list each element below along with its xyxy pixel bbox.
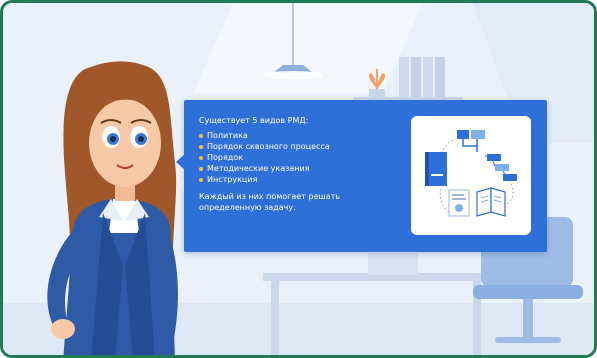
info-card-intro: Существует 5 видов РМД: <box>199 116 309 125</box>
rmd-types-list: Политика Порядок сквозного процесса Поря… <box>199 130 399 185</box>
list-item-label: Инструкция <box>207 175 258 184</box>
documents-illustration <box>411 116 531 235</box>
bullet-dot <box>199 156 203 160</box>
book-icon <box>425 152 447 186</box>
info-card-text: Существует 5 видов РМД: Политика Порядок… <box>199 115 399 213</box>
bullet-dot <box>199 178 203 182</box>
list-item-label: Политика <box>207 131 248 140</box>
list-item: Порядок сквозного процесса <box>199 141 399 152</box>
info-card-pointer <box>176 154 185 170</box>
info-card-outro: Каждый из них помогает решать определенн… <box>199 192 340 212</box>
binders <box>399 57 445 97</box>
bullet-dot <box>199 134 203 138</box>
open-book-icon <box>476 187 506 217</box>
flowchart-icon <box>440 130 517 181</box>
list-item: Методические указания <box>199 163 399 174</box>
list-item-label: Порядок сквозного процесса <box>207 142 330 151</box>
slide-frame: Существует 5 видов РМД: Политика Порядок… <box>0 0 597 358</box>
list-item: Порядок <box>199 152 399 163</box>
documents-illustration-graphic <box>425 130 517 217</box>
list-item-label: Порядок <box>207 153 244 162</box>
bullet-dot <box>199 145 203 149</box>
presenter-character <box>47 61 178 355</box>
document-icon <box>448 189 470 217</box>
list-item: Инструкция <box>199 174 399 185</box>
list-item: Политика <box>199 130 399 141</box>
window-light-shape <box>193 3 423 93</box>
bullet-dot <box>199 167 203 171</box>
list-item-label: Методические указания <box>207 164 310 173</box>
